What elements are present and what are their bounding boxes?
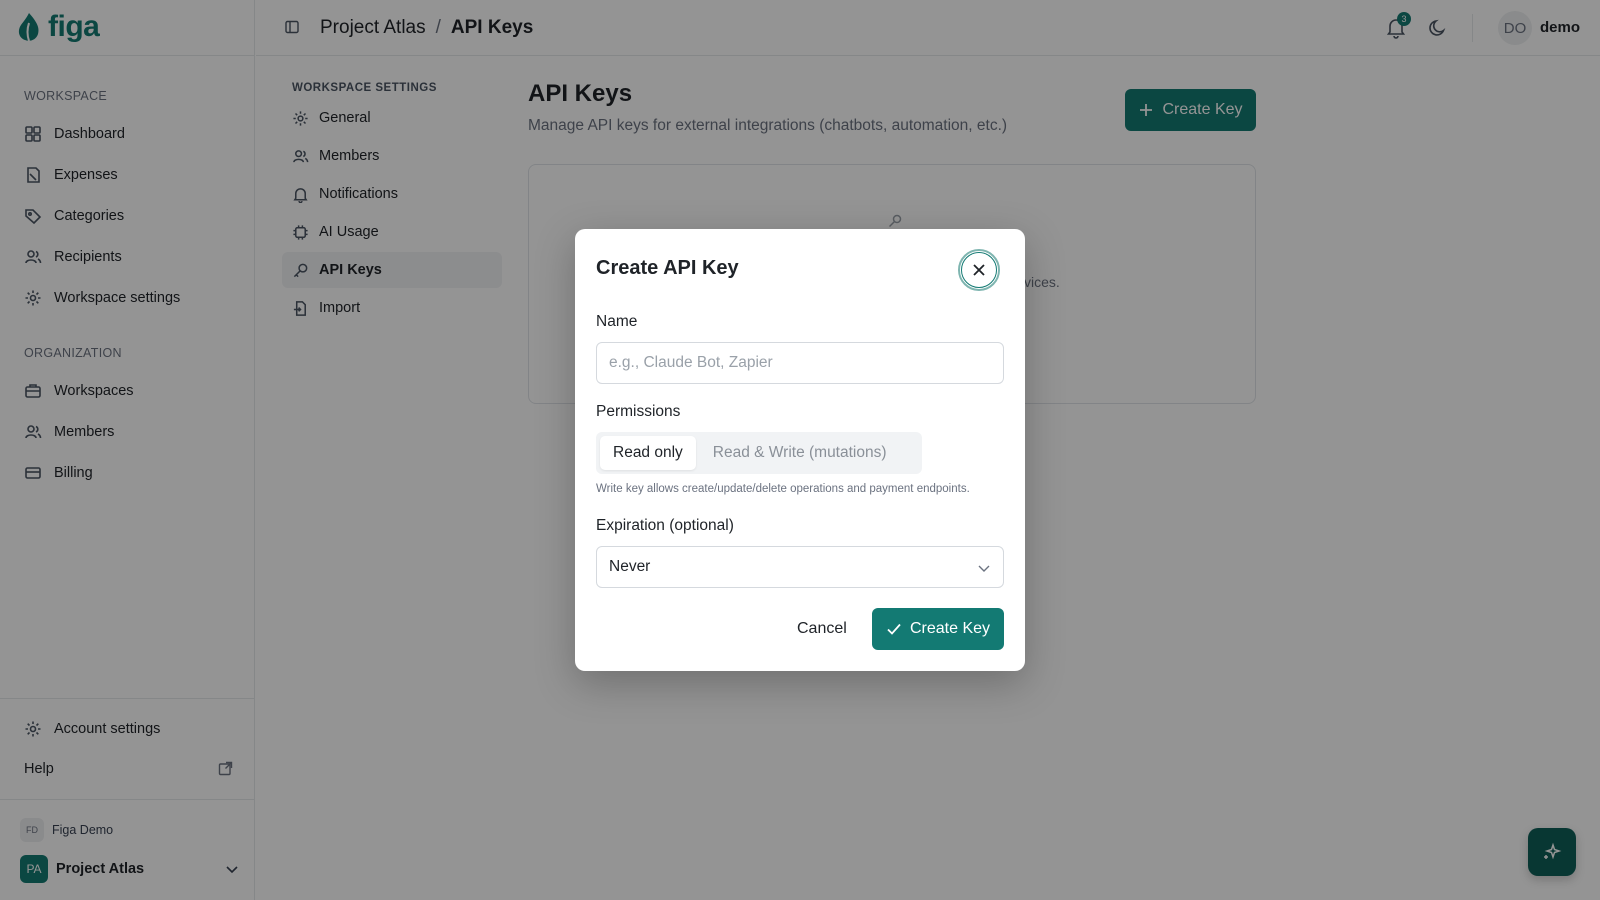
permissions-toggle: Read only Read & Write (mutations) xyxy=(596,432,922,474)
submit-create-key-button[interactable]: Create Key xyxy=(872,608,1004,650)
check-icon xyxy=(887,623,901,635)
permission-read-write[interactable]: Read & Write (mutations) xyxy=(700,436,900,470)
create-api-key-modal: Create API Key Name Permissions Read onl… xyxy=(575,229,1025,671)
close-icon xyxy=(973,264,985,276)
permissions-label: Permissions xyxy=(596,403,681,420)
expiration-value: Never xyxy=(609,558,651,575)
submit-label: Create Key xyxy=(909,620,991,637)
chevron-down-icon xyxy=(978,565,990,572)
permission-read-only[interactable]: Read only xyxy=(600,436,696,470)
expiration-select[interactable]: Never xyxy=(596,546,1004,588)
permissions-help-text: Write key allows create/update/delete op… xyxy=(596,483,970,495)
close-button[interactable] xyxy=(958,249,1000,291)
cancel-button[interactable]: Cancel xyxy=(785,608,859,650)
name-label: Name xyxy=(596,313,638,330)
modal-title: Create API Key xyxy=(596,257,739,279)
name-input[interactable] xyxy=(596,342,1004,384)
expiration-label: Expiration (optional) xyxy=(596,517,734,534)
